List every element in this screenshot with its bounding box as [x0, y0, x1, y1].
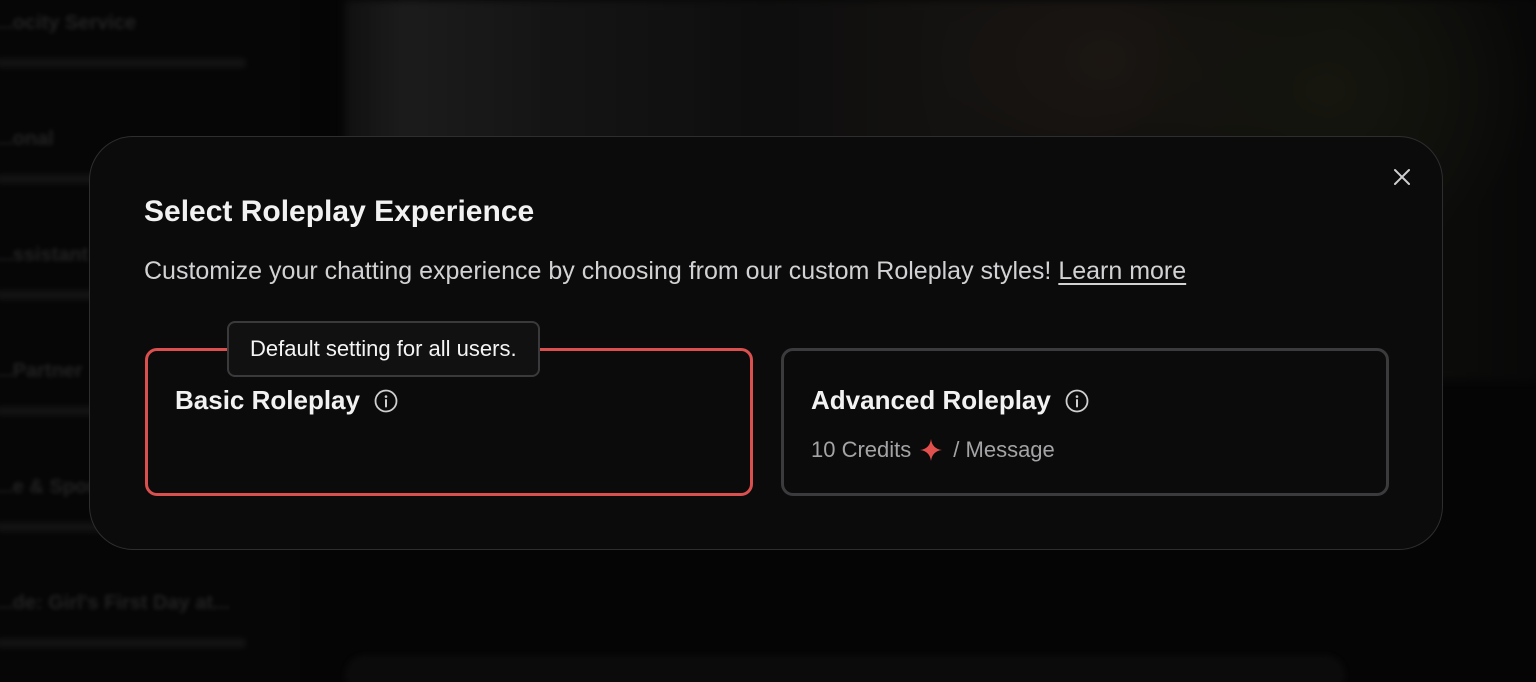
modal-title: Select Roleplay Experience: [144, 195, 535, 228]
roleplay-experience-modal: Select Roleplay Experience Customize you…: [89, 136, 1443, 550]
basic-roleplay-label: Basic Roleplay: [175, 385, 360, 415]
learn-more-link[interactable]: Learn more: [1058, 257, 1186, 285]
close-button[interactable]: [1388, 163, 1416, 191]
close-icon: [1394, 169, 1410, 185]
advanced-roleplay-cost: 10 Credits / Message: [811, 437, 1055, 463]
modal-description: Customize your chatting experience by ch…: [144, 257, 1186, 286]
info-icon[interactable]: [374, 389, 398, 413]
info-icon[interactable]: [1065, 389, 1089, 413]
advanced-roleplay-label: Advanced Roleplay: [811, 385, 1051, 415]
cost-amount: 10 Credits: [811, 437, 912, 462]
basic-roleplay-tooltip: Default setting for all users.: [227, 321, 540, 377]
cost-unit: / Message: [953, 437, 1055, 462]
modal-description-text: Customize your chatting experience by ch…: [144, 257, 1059, 285]
advanced-roleplay-option[interactable]: Advanced Roleplay 10 Credits / Message: [781, 348, 1389, 496]
basic-roleplay-title-row: Basic Roleplay: [175, 385, 398, 416]
advanced-roleplay-title-row: Advanced Roleplay: [811, 385, 1089, 416]
sparkle-icon: [919, 438, 943, 462]
